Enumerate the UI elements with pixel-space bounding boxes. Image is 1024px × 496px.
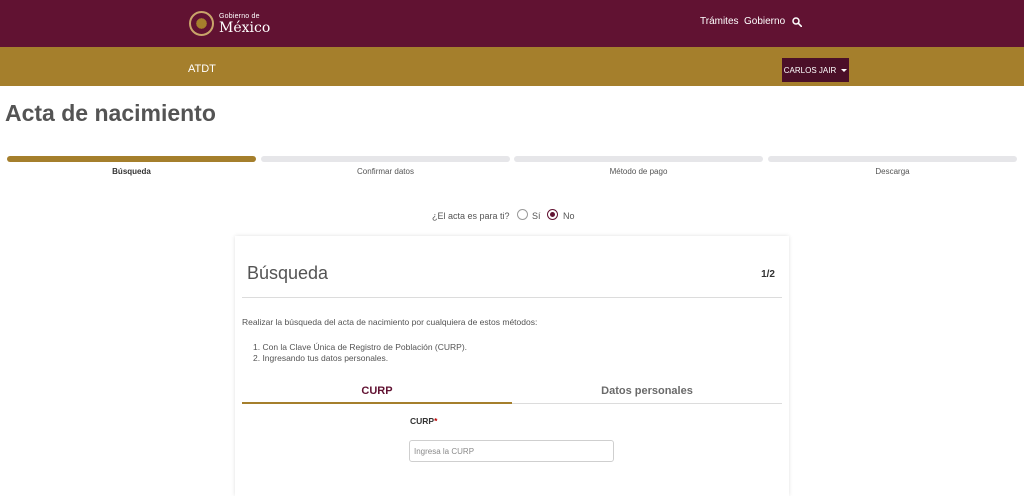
step-bar (261, 156, 510, 162)
tab-curp[interactable]: CURP (242, 382, 512, 404)
step-bar (768, 156, 1017, 162)
logo-big-text: México (219, 19, 271, 36)
nav-link-gobierno[interactable]: Gobierno (744, 16, 785, 27)
step-label: Método de pago (609, 167, 668, 176)
radio-si-label[interactable]: Sí (532, 211, 541, 221)
step-bar (7, 156, 256, 162)
nav-link-tramites[interactable]: Trámites (700, 16, 739, 27)
curp-input[interactable] (409, 440, 614, 462)
step-metodo-de-pago: Método de pago (514, 156, 763, 176)
step-confirmar-datos: Confirmar datos (261, 156, 510, 176)
list-item: 1. Con la Clave Única de Registro de Pob… (253, 342, 468, 352)
page-title: Acta de nacimiento (5, 100, 216, 126)
user-menu-button[interactable]: CARLOS JAIR (782, 58, 849, 82)
card-divider (242, 297, 782, 298)
step-label: Búsqueda (112, 167, 151, 176)
user-menu-label: CARLOS JAIR (783, 65, 837, 75)
sub-navbar: ATDT CARLOS JAIR (0, 47, 1024, 86)
top-navbar: Gobierno de México Trámites Gobierno (0, 0, 1024, 47)
step-descarga: Descarga (768, 156, 1017, 176)
logo-small-text: Gobierno de (219, 12, 260, 20)
gobierno-mexico-logo[interactable]: Gobierno de México (189, 11, 270, 36)
progress-stepper: Búsqueda Confirmar datos Método de pago … (7, 156, 1017, 180)
search-icon[interactable] (792, 17, 802, 27)
search-method-tabs: CURP Datos personales (242, 382, 782, 404)
card-title: Búsqueda (247, 263, 329, 283)
radio-no-label[interactable]: No (563, 211, 575, 221)
card-step-indicator: 1/2 (761, 269, 775, 280)
national-seal-icon (189, 11, 214, 36)
required-mark: * (434, 416, 438, 426)
step-bar (514, 156, 763, 162)
card-description: Realizar la búsqueda del acta de nacimie… (242, 317, 538, 327)
org-label[interactable]: ATDT (188, 63, 216, 75)
question-text: ¿El acta es para ti? (432, 211, 510, 221)
busqueda-card: Búsqueda 1/2 Realizar la búsqueda del ac… (235, 236, 789, 496)
methods-list: 1. Con la Clave Única de Registro de Pob… (253, 342, 467, 364)
list-item: 2. Ingresando tus datos personales. (253, 353, 389, 363)
caret-down-icon (841, 68, 848, 72)
step-label: Confirmar datos (357, 167, 414, 176)
step-label: Descarga (875, 167, 910, 176)
radio-no[interactable] (547, 209, 558, 220)
step-busqueda: Búsqueda (7, 156, 256, 176)
radio-si[interactable] (517, 209, 528, 220)
tab-datos-personales[interactable]: Datos personales (512, 382, 782, 404)
curp-label-text: CURP (410, 416, 435, 426)
logo-text: Gobierno de México (219, 13, 270, 35)
curp-field-label: CURP* (410, 416, 437, 426)
